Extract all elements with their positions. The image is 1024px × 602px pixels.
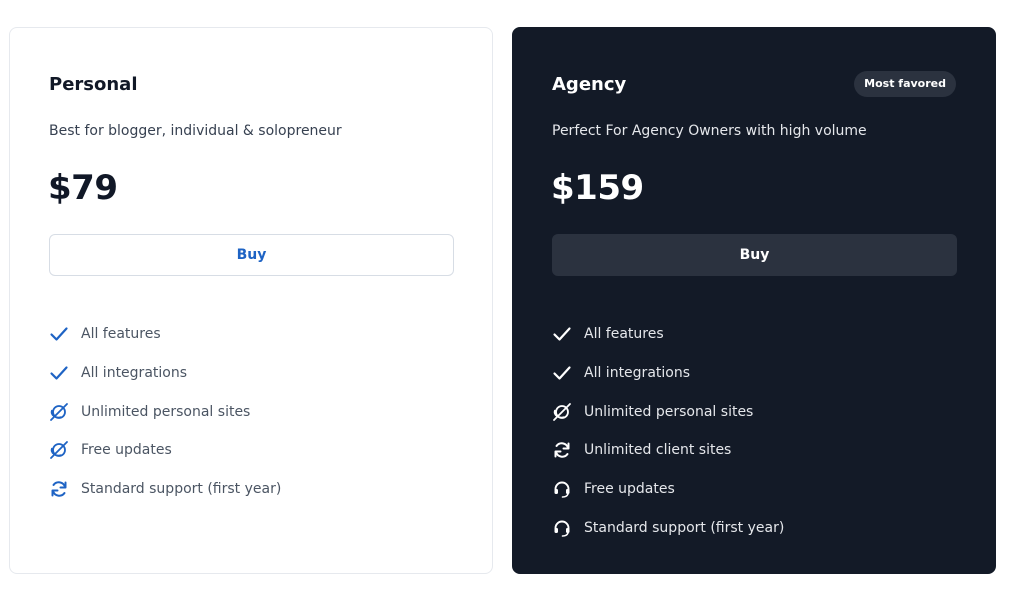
- buy-button[interactable]: Buy: [49, 234, 454, 276]
- check-icon: [552, 324, 572, 344]
- feature-list: All features All integrations Unlimited pe…: [49, 315, 281, 508]
- headset-icon: [552, 518, 572, 538]
- feature-item: Free updates: [552, 470, 784, 509]
- feature-item: All features: [49, 315, 281, 354]
- check-icon: [552, 363, 572, 383]
- refresh-icon: [49, 479, 69, 499]
- feature-label: All integrations: [584, 365, 691, 382]
- feature-item: All features: [552, 315, 784, 354]
- feature-item: Unlimited personal sites: [552, 392, 784, 431]
- feature-label: Unlimited personal sites: [81, 403, 251, 420]
- most-favored-badge: Most favored: [854, 71, 956, 97]
- feature-item: Unlimited client sites: [552, 431, 784, 470]
- plan-title: Agency: [552, 74, 627, 95]
- feature-label: Standard support (first year): [81, 481, 282, 498]
- feature-label: Unlimited personal sites: [584, 403, 754, 420]
- globe-orbit-icon: [49, 440, 69, 460]
- buy-button[interactable]: Buy: [552, 234, 957, 276]
- feature-list: All features All integrations Unlimited pe…: [552, 315, 784, 547]
- plan-price: $79: [48, 168, 118, 208]
- feature-label: Standard support (first year): [584, 519, 785, 536]
- plan-title: Personal: [49, 74, 138, 95]
- feature-label: Free updates: [584, 481, 675, 498]
- plan-card-personal: Personal Best for blogger, individual & …: [9, 27, 493, 574]
- plan-price: $159: [551, 168, 644, 208]
- check-icon: [49, 363, 69, 383]
- plan-description: Best for blogger, individual & soloprene…: [49, 123, 342, 139]
- pricing-section: Personal Best for blogger, individual & …: [0, 0, 1024, 602]
- feature-label: Free updates: [81, 442, 172, 459]
- feature-item: All integrations: [49, 354, 281, 393]
- feature-item: Unlimited personal sites: [49, 392, 281, 431]
- feature-label: Unlimited client sites: [584, 442, 732, 459]
- globe-orbit-icon: [552, 402, 572, 422]
- feature-label: All features: [584, 326, 664, 343]
- feature-label: All features: [81, 326, 161, 343]
- headset-icon: [552, 479, 572, 499]
- plan-card-agency: Agency Most favored Perfect For Agency O…: [512, 27, 996, 574]
- check-icon: [49, 324, 69, 344]
- feature-item: Standard support (first year): [49, 470, 281, 509]
- globe-orbit-icon: [49, 402, 69, 422]
- feature-item: Standard support (first year): [552, 508, 784, 547]
- refresh-icon: [552, 440, 572, 460]
- plan-description: Perfect For Agency Owners with high volu…: [552, 123, 867, 139]
- feature-item: Free updates: [49, 431, 281, 470]
- feature-item: All integrations: [552, 354, 784, 393]
- feature-label: All integrations: [81, 365, 188, 382]
